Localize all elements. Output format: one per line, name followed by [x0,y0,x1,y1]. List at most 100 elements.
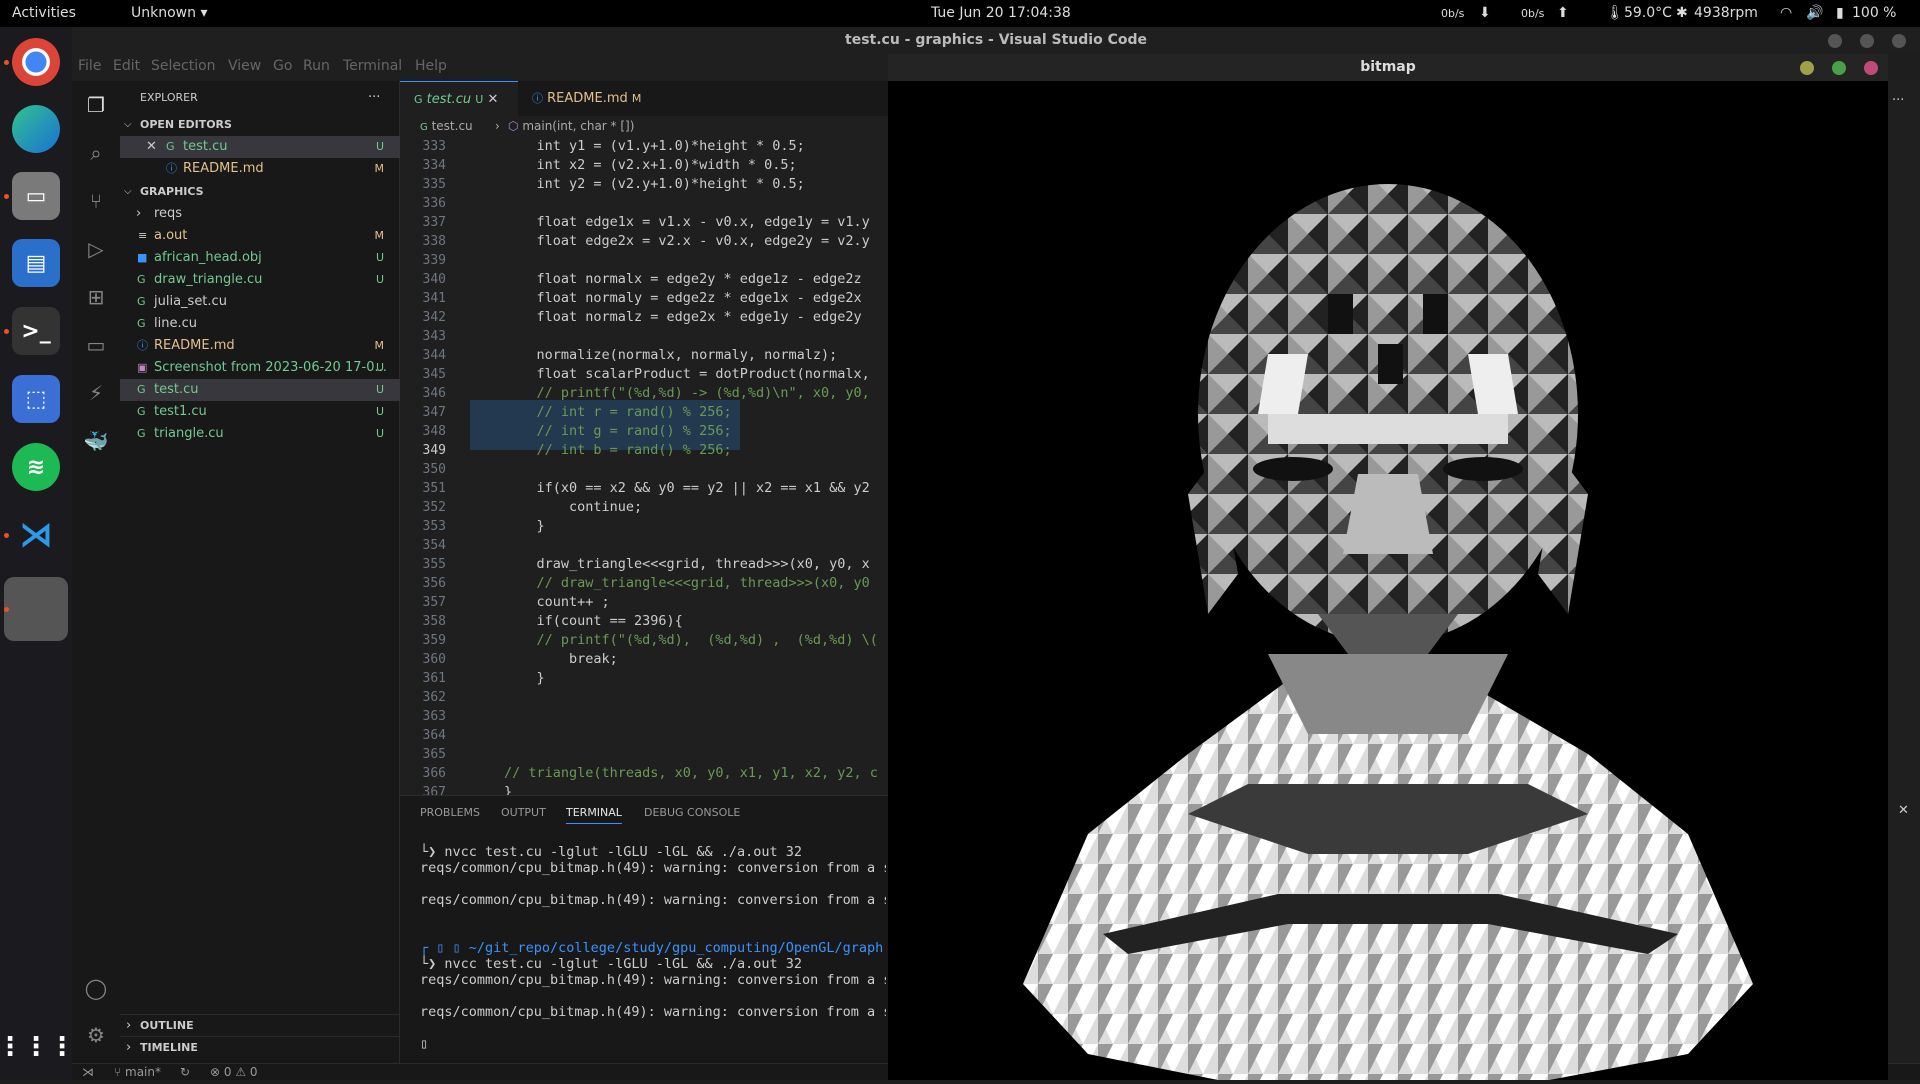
battery-icon[interactable]: ▮ [1836,5,1844,21]
bitmap-maximize-button[interactable] [1832,61,1846,75]
menu-view[interactable]: View [228,58,261,74]
file-name: triangle.cu [154,426,224,441]
file-name: a.out [154,228,188,243]
menu-file[interactable]: File [78,58,101,74]
dock: ▭ ▤ >_ ⬚ ≋ ⋊ ⋮⋮⋮ [0,27,75,1080]
more-actions-icon[interactable]: ··· [368,87,380,109]
tab-terminal[interactable]: TERMINAL [566,806,622,824]
bitmap-window-icon[interactable] [4,577,68,641]
thunder-icon[interactable]: ⚡ [82,379,110,407]
remote-icon[interactable]: ⋊ [82,1065,94,1079]
breadcrumb-file[interactable]: G test.cu [420,119,473,133]
show-apps-icon[interactable]: ⋮⋮⋮ [0,1023,75,1071]
bitmap-window[interactable] [888,54,1888,1084]
file-item[interactable]: Gjulia_set.cu [120,291,400,313]
explorer-icon[interactable]: ❐ [82,91,110,119]
tab-debug-console[interactable]: DEBUG CONSOLE [644,806,740,819]
writer-icon[interactable]: ▤ [12,239,60,287]
line-number: 362 [422,690,446,705]
spotify-icon[interactable]: ≋ [12,443,60,491]
file-status: U [375,427,384,440]
tab-test-cu[interactable]: G test.cu U ✕ [400,81,518,116]
file-item[interactable]: ≡ a.out M [120,225,400,247]
remote-explorer-icon[interactable]: ▭ [82,331,110,359]
timeline-section[interactable]: › TIMELINE [120,1036,400,1058]
menu-edit[interactable]: Edit [113,58,140,74]
code-line: draw_triangle<<<grid, thread>>>(x0, y0, … [504,556,870,572]
fan-speed: 4938rpm [1694,5,1758,21]
clock[interactable]: Tue Jun 20 17:04:38 [931,5,1071,21]
app-menu[interactable]: Unknown ▾ [131,5,207,21]
file-item[interactable]: Gtriangle.cu U [120,423,400,445]
open-editors-section[interactable]: ⌵ OPEN EDITORS [120,114,400,136]
file-item[interactable]: ⓘ README.md M [120,335,400,357]
line-number: 359 [422,633,446,648]
code-line: // int b = rand() % 256; [504,442,732,458]
open-editor-item[interactable]: ⓘ README.md M [120,158,400,180]
outline-section[interactable]: › OUTLINE [120,1014,400,1036]
menu-help[interactable]: Help [415,58,447,74]
close-icon[interactable]: ✕ [146,136,157,158]
menu-run[interactable]: Run [303,58,330,74]
wifi-icon[interactable]: ◠ [1780,5,1792,21]
branch-indicator[interactable]: ⑂ main* [114,1065,161,1079]
vscode-icon[interactable]: ⋊ [12,511,60,559]
terminal-icon[interactable]: >_ [12,307,60,355]
code-line: int y2 = (v2.y+1.0)*height * 0.5; [504,176,805,192]
code-line: // printf("(%d,%d), (%d,%d) , (%d,%d) \( [504,632,878,648]
bitmap-close-button[interactable] [1864,61,1878,75]
tab-readme[interactable]: ⓘ README.md M [518,81,653,116]
code-line: int x2 = (v2.x+1.0)*width * 0.5; [504,157,797,173]
code-line: // draw_triangle<<<grid, thread>>>(x0, y… [504,575,870,591]
breadcrumb-symbol[interactable]: ⬡ main(int, char * []) [508,119,634,133]
run-debug-icon[interactable]: ▷ [82,235,110,263]
minimize-button[interactable] [1828,34,1842,48]
files-icon[interactable]: ▭ [12,172,60,220]
open-editor-item[interactable]: ✕ Gtest.cu U [120,136,400,158]
code-line: if(count == 2396){ [504,613,683,629]
maximize-button[interactable] [1860,34,1874,48]
settings-gear-icon[interactable]: ⚙ [82,1021,110,1049]
file-item[interactable]: ▣ Screenshot from 2023-06-20 17-0... U [120,357,400,379]
edge-icon[interactable] [12,105,60,153]
file-status: U [375,251,384,264]
line-number: 345 [422,367,446,382]
file-item[interactable]: ■ african_head.obj U [120,247,400,269]
chrome-icon[interactable] [12,38,60,86]
tab-problems[interactable]: PROBLEMS [420,806,480,819]
tab-output[interactable]: OUTPUT [501,806,546,819]
menu-terminal[interactable]: Terminal [343,58,402,74]
file-item[interactable]: Gtest.cu U [120,379,400,401]
close-button[interactable] [1892,34,1906,48]
close-icon[interactable]: ✕ [488,92,499,107]
code-line: // printf("(%d,%d) -> (%d,%d)\n", x0, y0… [504,385,870,401]
search-icon[interactable]: ⌕ [82,139,110,167]
account-icon[interactable]: ◯ [82,974,110,1002]
file-item[interactable]: Gtest1.cu U [120,401,400,423]
file-item[interactable]: › reqs [120,203,400,225]
close-icon[interactable]: ✕ [1898,803,1909,818]
code-line: } [504,518,545,534]
bitmap-minimize-button[interactable] [1800,61,1814,75]
sync-icon[interactable]: ↻ [180,1065,190,1079]
extensions-icon[interactable]: ⊞ [82,283,110,311]
source-control-icon[interactable]: ⑂ [82,187,110,215]
open-editors-label: OPEN EDITORS [140,118,232,131]
terminal-line: ▯ [420,1036,429,1052]
menu-go[interactable]: Go [273,58,292,74]
file-item[interactable]: Gdraw_triangle.cu U [120,269,400,291]
breadcrumb-symbol-label: main(int, char * []) [522,119,635,133]
code-line: } [504,670,545,686]
more-actions-icon[interactable]: ··· [1892,93,1904,108]
system-top-bar: Activities Unknown ▾ Tue Jun 20 17:04:38… [0,0,1920,27]
screenshot-icon[interactable]: ⬚ [12,375,60,423]
folder-section[interactable]: ⌵ GRAPHICS [120,181,400,203]
problems-indicator[interactable]: ⊗ 0 ⚠ 0 [210,1065,258,1079]
line-number: 351 [422,481,446,496]
activities-button[interactable]: Activities [12,5,76,21]
volume-icon[interactable]: 🔊 [1806,5,1823,21]
docker-icon[interactable]: 🐳 [82,427,110,455]
file-item[interactable]: Gline.cu [120,313,400,335]
menu-selection[interactable]: Selection [151,58,216,74]
